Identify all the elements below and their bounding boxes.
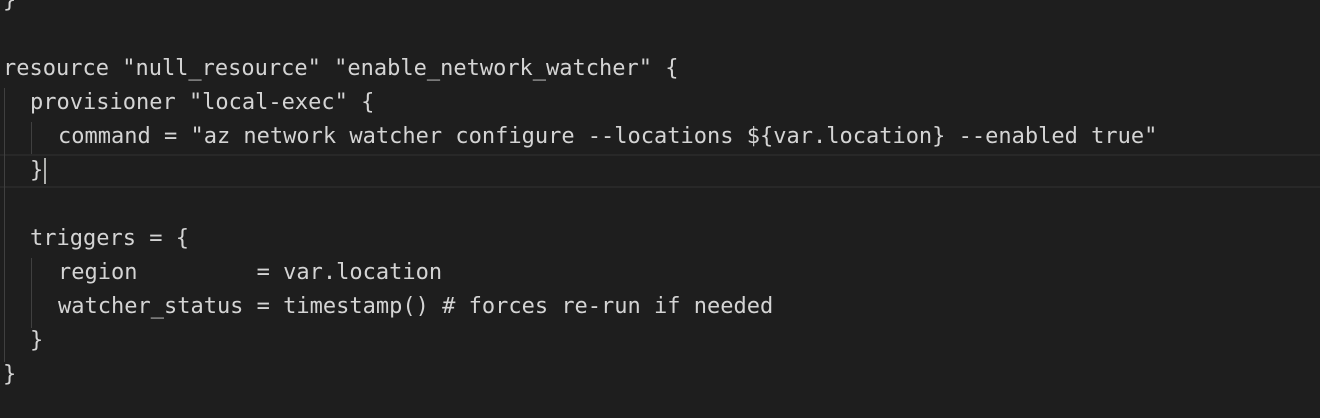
- code-line[interactable]: provisioner "local-exec" {: [0, 86, 1320, 120]
- code-line[interactable]: command = "az network watcher configure …: [0, 120, 1320, 154]
- code-line[interactable]: [0, 18, 1320, 52]
- code-text: }: [30, 328, 44, 353]
- code-text: region = var.location: [58, 260, 443, 285]
- code-text: command = "az network watcher configure …: [58, 124, 1158, 149]
- code-editor[interactable]: } resource "null_resource" "enable_netwo…: [0, 0, 1320, 418]
- code-text: provisioner "local-exec" {: [30, 90, 375, 115]
- code-text: }: [3, 362, 17, 387]
- code-line[interactable]: resource "null_resource" "enable_network…: [0, 52, 1320, 86]
- code-text: triggers = {: [30, 226, 189, 251]
- text-cursor: [44, 158, 46, 184]
- code-line[interactable]: }: [0, 154, 1320, 188]
- code-line[interactable]: region = var.location: [0, 256, 1320, 290]
- code-line[interactable]: watcher_status = timestamp() # forces re…: [0, 290, 1320, 324]
- code-text: resource "null_resource" "enable_network…: [3, 56, 679, 81]
- code-line[interactable]: }: [0, 0, 1320, 18]
- code-text: watcher_status = timestamp() # forces re…: [58, 294, 774, 319]
- code-line[interactable]: }: [0, 324, 1320, 358]
- code-text: }: [3, 0, 17, 13]
- code-line[interactable]: triggers = {: [0, 222, 1320, 256]
- code-line[interactable]: [0, 188, 1320, 222]
- code-text: }: [30, 158, 44, 183]
- code-line[interactable]: }: [0, 358, 1320, 392]
